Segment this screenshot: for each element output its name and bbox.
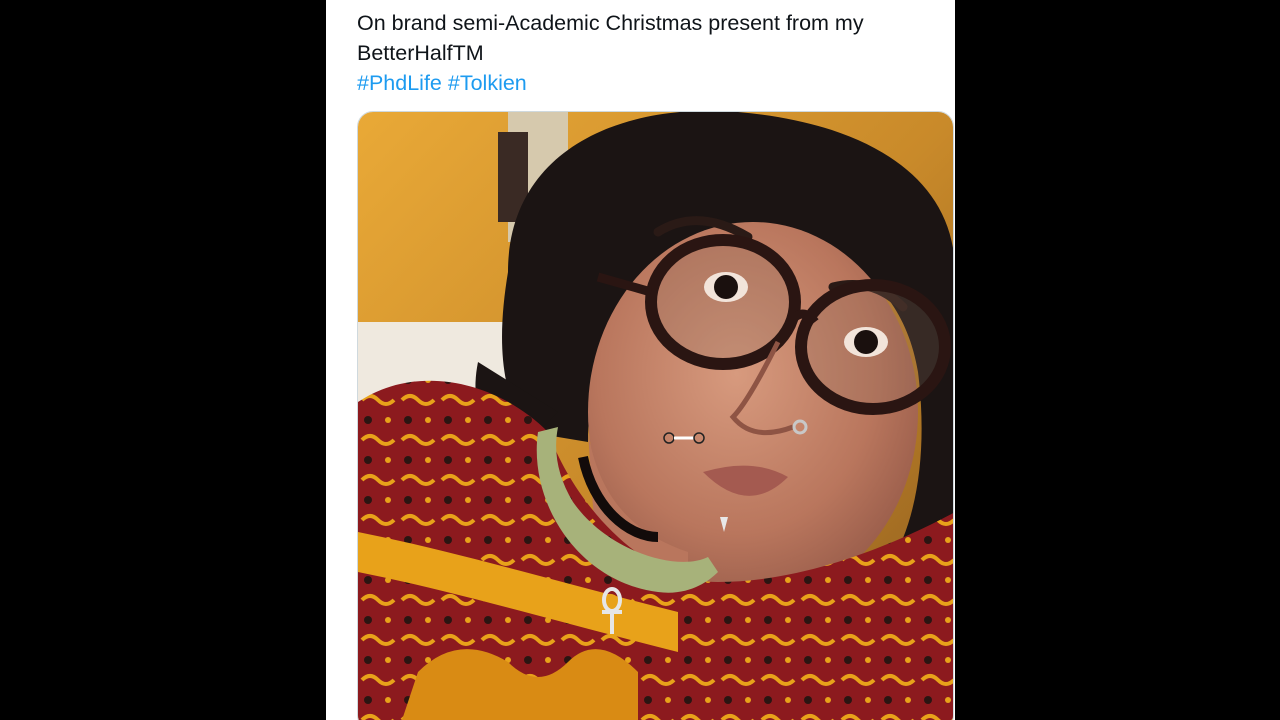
hashtag-phdlife[interactable]: #PhdLife	[357, 71, 442, 95]
tweet-text-line-2: BetterHalfTM	[357, 41, 484, 65]
tweet-card: On brand semi-Academic Christmas present…	[326, 0, 955, 720]
tweet-hashtags: #PhdLife #Tolkien	[357, 68, 947, 98]
pupil-left	[714, 275, 738, 299]
tweet-photo[interactable]	[357, 111, 954, 720]
tweet-text: On brand semi-Academic Christmas present…	[357, 8, 947, 98]
glasses-lens-left	[645, 234, 801, 370]
letterbox-left	[0, 0, 326, 720]
video-frame: On brand semi-Academic Christmas present…	[0, 0, 1280, 720]
letterbox-right	[955, 0, 1280, 720]
hashtag-tolkien[interactable]: #Tolkien	[448, 71, 527, 95]
selfie-illustration	[358, 112, 953, 720]
tweet-text-line-1: On brand semi-Academic Christmas present…	[357, 11, 864, 35]
pupil-right	[854, 330, 878, 354]
